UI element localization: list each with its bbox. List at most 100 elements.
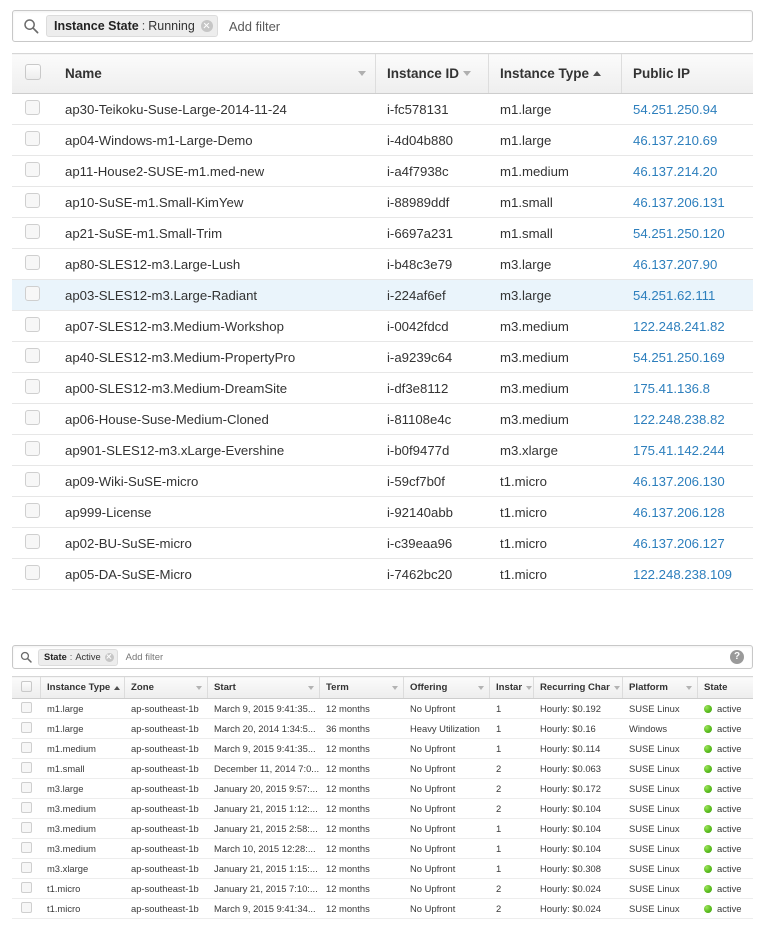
row-select-cell[interactable] bbox=[12, 279, 53, 311]
table-row[interactable]: m3.medium ap-southeast-1b January 21, 2015… bbox=[12, 818, 753, 839]
table-row[interactable]: ap04-Windows-m1-Large-Demo i-4d04b880 m1.l… bbox=[12, 124, 753, 156]
row-checkbox[interactable] bbox=[25, 410, 40, 425]
public-ip-cell[interactable]: 54.251.250.120 bbox=[621, 217, 753, 249]
chevron-down-icon[interactable] bbox=[526, 685, 533, 690]
public-ip-cell[interactable]: 46.137.206.128 bbox=[621, 496, 753, 528]
chevron-up-icon[interactable] bbox=[593, 71, 602, 76]
row-checkbox[interactable] bbox=[21, 882, 32, 893]
public-ip-cell[interactable]: 46.137.206.131 bbox=[621, 186, 753, 218]
row-checkbox[interactable] bbox=[25, 565, 40, 580]
row-select-cell[interactable] bbox=[12, 434, 53, 466]
filter-token-instance-state[interactable]: Instance State : Running bbox=[46, 15, 218, 37]
filter-token-state[interactable]: State : Active bbox=[38, 648, 118, 666]
row-checkbox[interactable] bbox=[21, 842, 32, 853]
column-header-instance-type[interactable]: Instance Type bbox=[488, 53, 621, 94]
table-row[interactable]: ap05-DA-SuSE-Micro i-7462bc20 t1.micro 122.… bbox=[12, 558, 753, 590]
row-select-cell[interactable] bbox=[12, 403, 53, 435]
row-select-cell[interactable] bbox=[12, 878, 40, 899]
public-ip-cell[interactable]: 54.251.250.169 bbox=[621, 341, 753, 373]
chevron-down-icon[interactable] bbox=[392, 685, 398, 690]
row-checkbox[interactable] bbox=[25, 162, 40, 177]
row-checkbox[interactable] bbox=[25, 534, 40, 549]
table-row[interactable]: ap80-SLES12-m3.Large-Lush i-b48c3e79 m3.la… bbox=[12, 248, 753, 280]
column-header-term[interactable]: Term bbox=[319, 676, 403, 699]
row-select-cell[interactable] bbox=[12, 798, 40, 819]
table-row[interactable]: ap999-License i-92140abb t1.micro 46.137.20… bbox=[12, 496, 753, 528]
chevron-down-icon[interactable] bbox=[478, 685, 484, 690]
public-ip-cell[interactable]: 122.248.241.82 bbox=[621, 310, 753, 342]
row-select-cell[interactable] bbox=[12, 698, 40, 719]
close-icon[interactable] bbox=[104, 652, 114, 662]
row-checkbox[interactable] bbox=[21, 722, 32, 733]
row-checkbox[interactable] bbox=[21, 822, 32, 833]
row-checkbox[interactable] bbox=[25, 286, 40, 301]
row-select-cell[interactable] bbox=[12, 838, 40, 859]
table-row[interactable]: t1.micro ap-southeast-1b March 9, 2015 9:4… bbox=[12, 898, 753, 919]
row-select-cell[interactable] bbox=[12, 341, 53, 373]
chevron-down-icon[interactable] bbox=[463, 71, 472, 76]
row-select-cell[interactable] bbox=[12, 527, 53, 559]
row-checkbox[interactable] bbox=[21, 862, 32, 873]
table-row[interactable]: m3.large ap-southeast-1b January 20, 2015 … bbox=[12, 778, 753, 799]
public-ip-cell[interactable]: 175.41.136.8 bbox=[621, 372, 753, 404]
reserved-filter-bar[interactable]: State : Active Add filter ? bbox=[12, 645, 753, 669]
row-checkbox[interactable] bbox=[25, 379, 40, 394]
public-ip-cell[interactable]: 122.248.238.82 bbox=[621, 403, 753, 435]
column-header-state[interactable]: State bbox=[697, 676, 753, 699]
row-select-cell[interactable] bbox=[12, 718, 40, 739]
table-row[interactable]: m3.medium ap-southeast-1b March 10, 2015 1… bbox=[12, 838, 753, 859]
row-select-cell[interactable] bbox=[12, 738, 40, 759]
column-header-zone[interactable]: Zone bbox=[124, 676, 207, 699]
row-checkbox[interactable] bbox=[21, 782, 32, 793]
row-checkbox[interactable] bbox=[25, 348, 40, 363]
add-filter-input[interactable]: Add filter bbox=[229, 19, 280, 34]
row-checkbox[interactable] bbox=[25, 100, 40, 115]
public-ip-cell[interactable]: 46.137.210.69 bbox=[621, 124, 753, 156]
public-ip-cell[interactable]: 46.137.206.127 bbox=[621, 527, 753, 559]
select-all-checkbox[interactable] bbox=[25, 64, 41, 80]
row-select-cell[interactable] bbox=[12, 465, 53, 497]
select-all-header[interactable] bbox=[12, 53, 53, 94]
row-select-cell[interactable] bbox=[12, 558, 53, 590]
row-checkbox[interactable] bbox=[25, 503, 40, 518]
row-checkbox[interactable] bbox=[25, 441, 40, 456]
public-ip-cell[interactable]: 46.137.206.130 bbox=[621, 465, 753, 497]
column-header-public-ip[interactable]: Public IP bbox=[621, 53, 753, 94]
table-row[interactable]: m1.large ap-southeast-1b March 9, 2015 9:4… bbox=[12, 698, 753, 719]
table-row[interactable]: ap11-House2-SUSE-m1.med-new i-a4f7938c m1.… bbox=[12, 155, 753, 187]
row-checkbox[interactable] bbox=[21, 762, 32, 773]
row-select-cell[interactable] bbox=[12, 155, 53, 187]
table-row[interactable]: ap02-BU-SuSE-micro i-c39eaa96 t1.micro 46.1… bbox=[12, 527, 753, 559]
table-row[interactable]: ap09-Wiki-SuSE-micro i-59cf7b0f t1.micro 46… bbox=[12, 465, 753, 497]
column-header-instance-count[interactable]: Instar bbox=[489, 676, 533, 699]
chevron-down-icon[interactable] bbox=[358, 71, 366, 76]
row-checkbox[interactable] bbox=[25, 255, 40, 270]
public-ip-cell[interactable]: 122.248.238.109 bbox=[621, 558, 753, 590]
table-row[interactable]: m3.xlarge ap-southeast-1b January 21, 2015… bbox=[12, 858, 753, 879]
row-checkbox[interactable] bbox=[25, 224, 40, 239]
row-checkbox[interactable] bbox=[25, 472, 40, 487]
row-select-cell[interactable] bbox=[12, 758, 40, 779]
public-ip-cell[interactable]: 46.137.214.20 bbox=[621, 155, 753, 187]
column-header-start[interactable]: Start bbox=[207, 676, 319, 699]
row-checkbox[interactable] bbox=[21, 902, 32, 913]
column-header-recurring-charges[interactable]: Recurring Char bbox=[533, 676, 622, 699]
table-row[interactable]: ap30-Teikoku-Suse-Large-2014-11-24 i-fc57… bbox=[12, 93, 753, 125]
row-select-cell[interactable] bbox=[12, 858, 40, 879]
row-select-cell[interactable] bbox=[12, 186, 53, 218]
help-icon[interactable]: ? bbox=[730, 650, 744, 664]
chevron-down-icon[interactable] bbox=[686, 685, 692, 690]
select-all-header[interactable] bbox=[12, 676, 40, 699]
column-header-platform[interactable]: Platform bbox=[622, 676, 697, 699]
table-row[interactable]: ap40-SLES12-m3.Medium-PropertyPro i-a9239… bbox=[12, 341, 753, 373]
public-ip-cell[interactable]: 175.41.142.244 bbox=[621, 434, 753, 466]
public-ip-cell[interactable]: 54.251.62.111 bbox=[621, 279, 753, 311]
table-row[interactable]: ap10-SuSE-m1.Small-KimYew i-88989ddf m1.sm… bbox=[12, 186, 753, 218]
select-all-checkbox[interactable] bbox=[21, 680, 32, 692]
table-row[interactable]: ap07-SLES12-m3.Medium-Workshop i-0042fdcd… bbox=[12, 310, 753, 342]
instances-filter-bar[interactable]: Instance State : Running Add filter bbox=[12, 10, 753, 42]
table-row[interactable]: m3.medium ap-southeast-1b January 21, 2015… bbox=[12, 798, 753, 819]
table-row[interactable]: t1.micro ap-southeast-1b January 21, 2015 … bbox=[12, 878, 753, 899]
chevron-down-icon[interactable] bbox=[613, 685, 620, 690]
row-checkbox[interactable] bbox=[25, 131, 40, 146]
